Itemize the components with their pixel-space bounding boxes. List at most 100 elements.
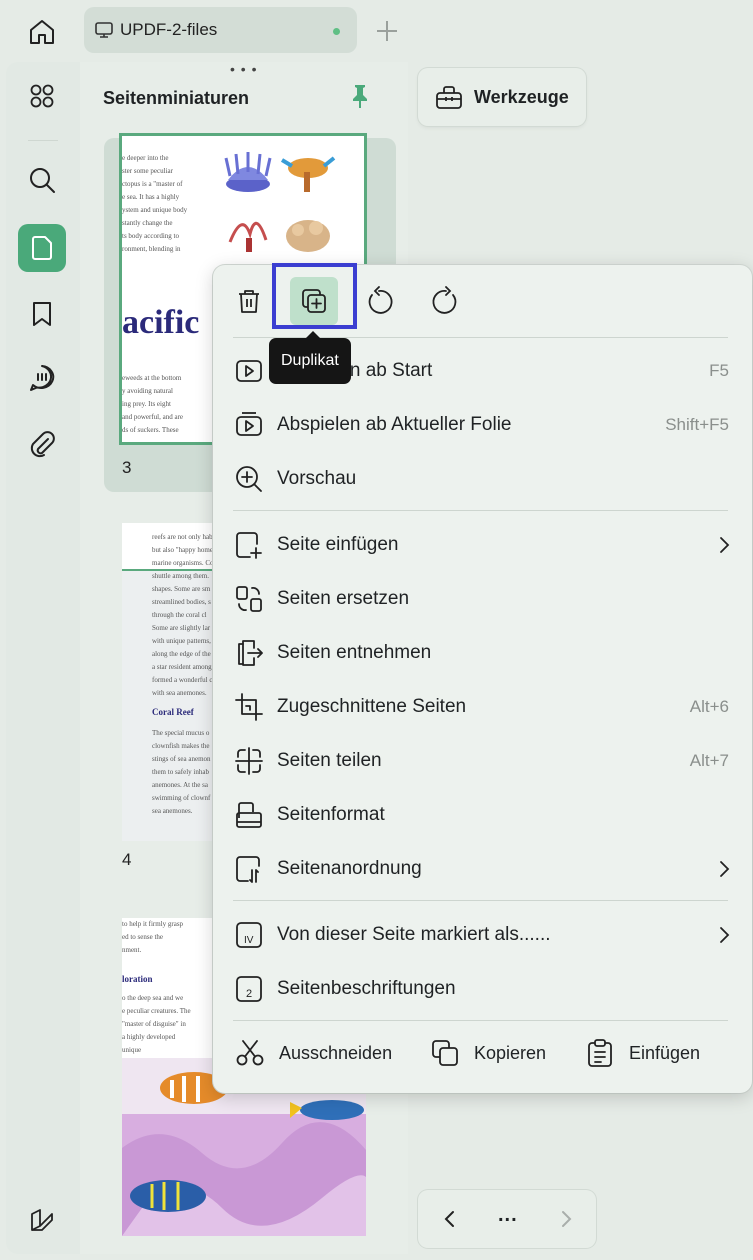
replace-pages-icon <box>233 583 265 615</box>
menu-item-page-labels[interactable]: 2 Seitenbeschriftungen <box>233 965 733 1013</box>
page-text: with unique patterns, <box>152 637 211 645</box>
duplicate-highlight-frame <box>272 263 357 329</box>
menu-divider <box>233 1020 728 1021</box>
page-text: ronment, blending in <box>122 245 181 253</box>
page-text: ing prey. Its eight <box>122 400 171 408</box>
page-text: "master of disguise" in <box>122 1020 186 1028</box>
rail-comment-button[interactable] <box>18 354 66 402</box>
rotate-right-button[interactable] <box>422 277 470 325</box>
menu-item-mark-from-page[interactable]: IV Von dieser Seite markiert als...... <box>233 911 733 959</box>
page-number: 3 <box>122 458 132 477</box>
rotate-left-icon <box>368 286 393 314</box>
rail-bookmark-button[interactable] <box>18 290 66 338</box>
coral-illustration <box>224 152 336 252</box>
chevron-left-icon[interactable] <box>438 1207 462 1231</box>
page-label-2-icon: 2 <box>233 973 265 1005</box>
menu-item-page-format[interactable]: Seitenformat <box>233 791 733 839</box>
split-icon <box>233 745 265 777</box>
page-text: ster some peculiar <box>122 167 173 175</box>
layers-icon <box>31 1209 53 1231</box>
shortcut-label: Alt+7 <box>689 751 729 770</box>
page-subheading: Coral Reef <box>152 707 194 717</box>
page-text: o the deep sea and we <box>122 994 184 1002</box>
rail-thumbnails-button[interactable] <box>18 224 66 272</box>
page-label-iv-icon: IV <box>233 919 265 951</box>
page-text: ed to sense the <box>122 933 164 941</box>
home-button[interactable] <box>22 12 62 52</box>
page-text: a highly developed <box>122 1033 176 1041</box>
document-tab[interactable]: UPDF-2-files <box>84 7 357 53</box>
menu-item-insert-page[interactable]: Seite einfügen <box>233 521 733 569</box>
page-text: streamlined bodies, s <box>152 598 211 606</box>
rail-search-button[interactable] <box>18 156 66 204</box>
tools-label: Werkzeuge <box>474 86 569 107</box>
rail-layers-button[interactable] <box>18 1196 66 1244</box>
page-text: stantly change the <box>122 219 173 227</box>
copy-button[interactable]: Kopieren <box>430 1033 546 1073</box>
chevron-right-icon <box>720 861 730 877</box>
page-text: ctopus is a "master of <box>122 180 183 188</box>
new-tab-button[interactable] <box>374 18 400 44</box>
top-bar: UPDF-2-files <box>0 0 753 62</box>
svg-text:2: 2 <box>246 988 252 1000</box>
paste-icon <box>588 1039 612 1067</box>
presentation-icon <box>95 22 113 38</box>
paste-button[interactable]: Einfügen <box>585 1033 700 1073</box>
pin-button[interactable] <box>346 82 374 110</box>
page-text: with sea anemones. <box>152 689 207 697</box>
page-order-icon <box>233 853 265 885</box>
panel-title: Seitenminiaturen <box>103 88 250 108</box>
rotate-left-button[interactable] <box>355 277 403 325</box>
panel-drag-handle[interactable]: • • • <box>230 62 257 76</box>
trash-icon <box>239 290 259 313</box>
menu-item-play-from-current[interactable]: Abspielen ab Aktueller Folie Shift+F5 <box>233 401 733 449</box>
page-text: ds of suckers. These <box>122 426 179 434</box>
bookmark-icon <box>33 302 51 326</box>
page-text: clownfish makes the <box>152 742 210 750</box>
menu-item-replace-pages[interactable]: Seiten ersetzen <box>233 575 733 623</box>
page-text: stings of sea anemon <box>152 755 211 763</box>
play-current-icon <box>233 409 265 441</box>
pin-icon <box>353 85 367 108</box>
rail-divider <box>28 140 58 141</box>
page-text: marine organisms. Co <box>152 559 214 567</box>
menu-item-preview[interactable]: Vorschau <box>233 455 733 503</box>
insert-page-icon <box>233 529 265 561</box>
page-thumbnails-icon <box>32 236 52 260</box>
page-text: a star resident among <box>152 663 212 671</box>
page-format-icon <box>233 799 265 831</box>
rail-attachment-button[interactable] <box>18 420 66 468</box>
svg-text:IV: IV <box>244 935 254 946</box>
page-context-menu: Duplikat Abspielen ab Start F5 Abspielen… <box>213 263 752 1093</box>
shortcut-label: Alt+6 <box>689 697 729 716</box>
page-number: 4 <box>122 850 132 869</box>
tab-title: UPDF-2-files <box>120 20 218 39</box>
page-text: ystem and unique body <box>122 206 188 214</box>
play-icon <box>233 355 265 387</box>
menu-item-crop-pages[interactable]: Zugeschnittene Seiten Alt+6 <box>233 683 733 731</box>
page-text: to help it firmly grasp <box>122 920 184 928</box>
shortcut-label: F5 <box>709 361 729 380</box>
page-text: along the edge of the <box>152 650 211 658</box>
more-pages-button[interactable]: ... <box>498 1204 518 1227</box>
chevron-right-icon <box>720 927 730 943</box>
delete-page-button[interactable] <box>225 277 273 325</box>
menu-item-extract-pages[interactable]: Seiten entnehmen <box>233 629 733 677</box>
tools-button[interactable]: Werkzeuge <box>418 68 586 126</box>
copy-icon <box>432 1040 458 1066</box>
menu-item-page-order[interactable]: Seitenanordnung <box>233 845 733 893</box>
page-text: e peculiar creatures. The <box>122 1007 191 1015</box>
page-text: e deeper into the <box>122 154 169 162</box>
menu-item-split-pages[interactable]: Seiten teilen Alt+7 <box>233 737 733 785</box>
page-text: sea anemones. <box>152 807 193 815</box>
shortcut-label: Shift+F5 <box>665 415 729 434</box>
left-rail <box>6 62 80 1254</box>
chevron-right-icon[interactable] <box>554 1207 578 1231</box>
rail-apps-button[interactable] <box>18 72 66 120</box>
duplicate-tooltip: Duplikat <box>269 331 351 384</box>
cut-button[interactable]: Ausschneiden <box>235 1033 392 1073</box>
page-navigator: ... <box>418 1190 596 1248</box>
page-text: reefs are not only hab <box>152 533 213 541</box>
tab-status-dot <box>333 28 340 35</box>
page-text: eweeds at the bottom <box>122 374 182 382</box>
